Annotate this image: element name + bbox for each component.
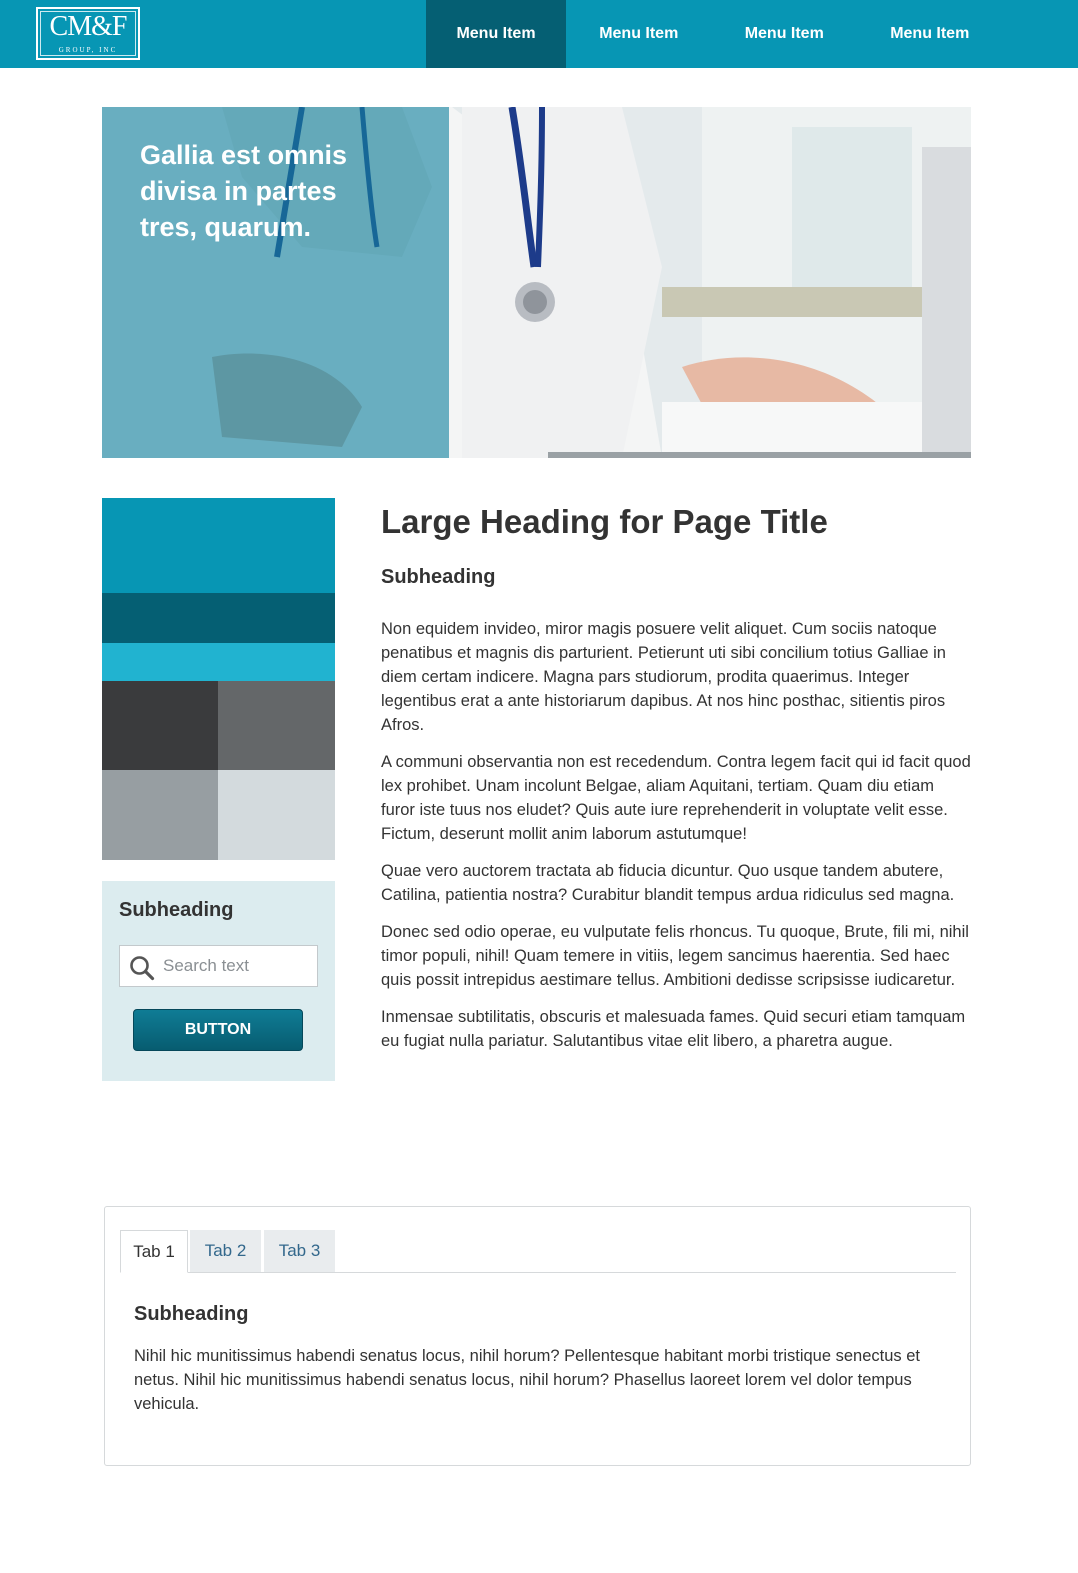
tabs-panel: Tab 1 Tab 2 Tab 3 Subheading Nihil hic m… [104,1206,971,1466]
logo-tagline: GROUP, INC [58,46,118,54]
main-menu: Menu Item Menu Item Menu Item Menu Item [426,0,1003,68]
sidebar-subheading: Subheading [119,899,234,921]
menu-item-1[interactable]: Menu Item [426,0,566,68]
tab-1[interactable]: Tab 1 [120,1230,188,1273]
page-title: Large Heading for Page Title [381,503,828,540]
primary-button[interactable]: BUTTON [133,1009,303,1051]
tab-2[interactable]: Tab 2 [190,1230,261,1272]
paragraph-2: A communi observantia non est recedendum… [381,753,971,843]
menu-item-2[interactable]: Menu Item [566,0,712,68]
swatch-primary-teal [102,498,335,593]
hero-headline: Gallia est omnis divisa in partes tres, … [140,140,348,242]
body-text: Non equidem invideo, miror magis posuere… [381,617,971,1053]
menu-item-3[interactable]: Menu Item [712,0,858,68]
menu-item-4[interactable]: Menu Item [857,0,1003,68]
paragraph-4: Donec sed odio operae, eu vulputate feli… [381,923,969,989]
tab-content-text: Nihil hic munitissimus habendi senatus l… [134,1347,920,1413]
paragraph-5: Inmensae subtilitatis, obscuris et males… [381,1008,966,1050]
main-subheading: Subheading [381,566,496,588]
tab-content-subheading: Subheading [134,1303,249,1325]
tab-3[interactable]: Tab 3 [264,1230,335,1272]
swatch-light-teal [102,643,335,681]
swatch-dark-gray [218,681,335,770]
hero-banner: Gallia est omnis divisa in partes tres, … [102,107,971,458]
search-input[interactable] [163,954,313,978]
paragraph-1: Non equidem invideo, miror magis posuere… [381,620,946,734]
paragraph-3: Quae vero auctorem tractata ab fiducia d… [381,862,955,904]
color-swatch-grid [102,498,335,860]
search-icon [130,956,155,981]
swatch-charcoal [102,681,218,770]
company-logo[interactable]: CM&F GROUP, INC [36,7,140,60]
top-navigation-bar: CM&F GROUP, INC Menu Item Menu Item Menu… [0,0,1078,68]
search-field[interactable] [119,945,318,987]
tab-list: Tab 1 Tab 2 Tab 3 [120,1230,956,1273]
main-content: Large Heading for Page Title Subheading … [381,500,971,1066]
sidebar-search-panel: Subheading BUTTON [102,881,335,1081]
swatch-light-gray [218,770,335,860]
swatch-dark-teal [102,593,335,643]
logo-wordmark: CM&F [49,11,128,42]
swatch-medium-gray [102,770,218,860]
